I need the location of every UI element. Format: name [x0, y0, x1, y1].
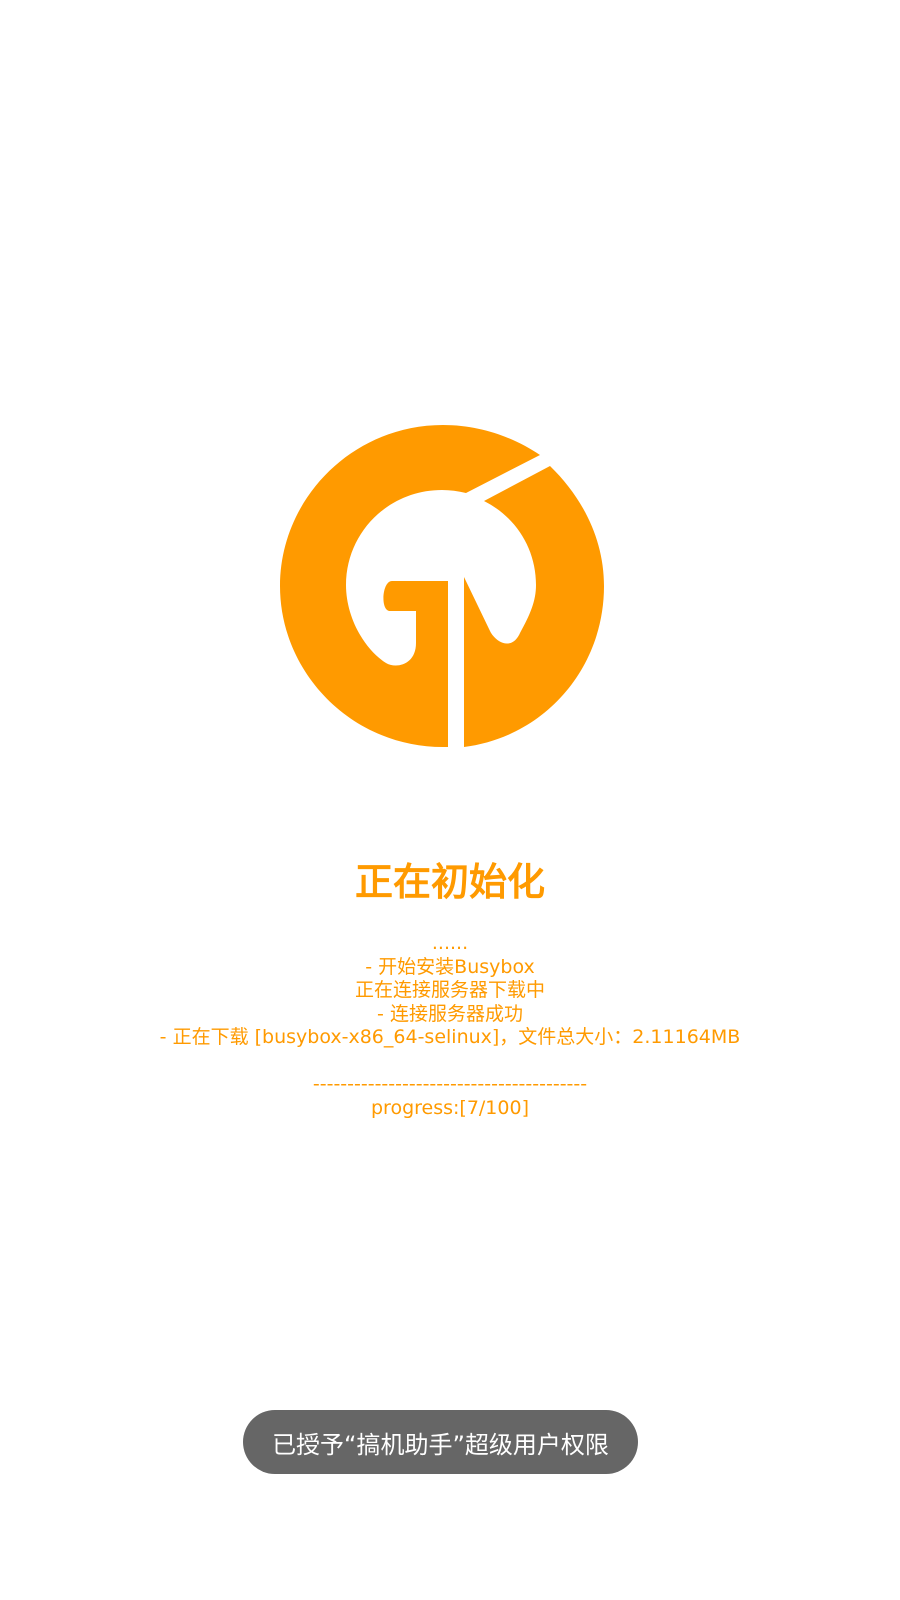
toast-notification: 已授予“搞机助手”超级用户权限	[243, 1410, 638, 1474]
log-line: 正在连接服务器下载中	[354, 979, 545, 1001]
page-title: 正在初始化	[354, 860, 545, 904]
install-log: ...... - 开始安装Busybox 正在连接服务器下载中 - 连接服务器成…	[0, 932, 900, 1120]
log-line: ......	[431, 932, 469, 954]
log-line: - 开始安装Busybox	[365, 955, 535, 978]
log-line: - 正在下载 [busybox-x86_64-selinux]，文件总大小：2.…	[159, 1026, 741, 1048]
app-logo-icon	[280, 425, 604, 747]
log-line: - 连接服务器成功	[377, 1002, 523, 1025]
toast-text: 已授予“搞机助手”超级用户权限	[272, 1430, 609, 1459]
progress-text: progress:[7/100]	[370, 1096, 529, 1119]
log-separator: ----------------------------------------	[312, 1073, 588, 1095]
